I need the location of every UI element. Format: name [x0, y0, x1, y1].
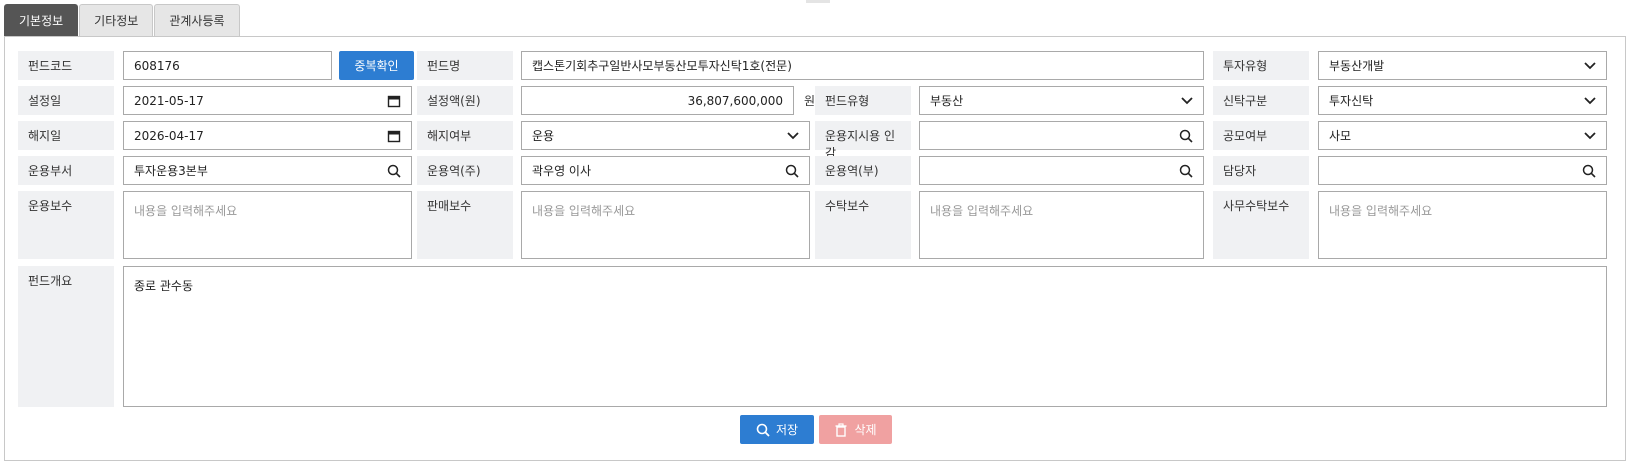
fund-type-label: 펀드유형 — [815, 86, 911, 115]
setup-date-label: 설정일 — [18, 86, 114, 115]
fund-name-label: 펀드명 — [417, 51, 513, 80]
save-button[interactable]: 저장 — [740, 415, 814, 444]
tab-other-info[interactable]: 기타정보 — [79, 4, 154, 36]
delete-button[interactable]: 삭제 — [819, 415, 892, 444]
chevron-down-icon — [1584, 61, 1596, 69]
fund-code-input[interactable]: 608176 — [123, 51, 332, 80]
tab-basic-info[interactable]: 기본정보 — [4, 4, 79, 36]
search-icon[interactable] — [387, 164, 401, 178]
tab-bar: 기본정보 기타정보 관계사등록 — [4, 4, 241, 36]
manager-main-label: 운용역(주) — [417, 156, 513, 185]
end-status-select[interactable]: 운용 — [521, 121, 810, 150]
calendar-icon[interactable] — [387, 129, 401, 143]
trust-type-label: 신탁구분 — [1213, 86, 1309, 115]
admin-fee-label: 사무수탁보수 — [1213, 191, 1309, 259]
chevron-down-icon — [1584, 96, 1596, 104]
calendar-icon[interactable] — [387, 94, 401, 108]
dup-check-button[interactable]: 중복확인 — [339, 51, 414, 80]
end-date-input[interactable]: 2026-04-17 — [123, 121, 412, 150]
end-status-label: 해지여부 — [417, 121, 513, 150]
trash-icon — [835, 422, 847, 437]
sales-fee-textarea[interactable]: 내용을 입력해주세요 — [521, 191, 810, 259]
search-icon[interactable] — [1179, 129, 1193, 143]
dept-input[interactable]: 투자운용3본부 — [123, 156, 412, 185]
search-icon — [756, 423, 770, 437]
chevron-down-icon — [787, 131, 799, 139]
trust-fee-label: 수탁보수 — [815, 191, 911, 259]
fund-code-label: 펀드코드 — [18, 51, 114, 80]
won-unit: 원 — [804, 94, 816, 108]
mgmt-fee-label: 운용보수 — [18, 191, 114, 259]
manager-sub-label: 운용역(부) — [815, 156, 911, 185]
person-label: 담당자 — [1213, 156, 1309, 185]
delete-button-label: 삭제 — [854, 423, 877, 437]
search-icon[interactable] — [785, 164, 799, 178]
overview-label: 펀드개요 — [18, 266, 114, 407]
manager-main-input[interactable]: 곽우영 이사 — [521, 156, 810, 185]
tab-affiliate-register[interactable]: 관계사등록 — [154, 4, 240, 36]
admin-fee-textarea[interactable]: 내용을 입력해주세요 — [1318, 191, 1607, 259]
chevron-down-icon — [1181, 96, 1193, 104]
dept-label: 운용부서 — [18, 156, 114, 185]
top-scroll-marker — [806, 0, 830, 3]
overview-textarea[interactable]: 종로 관수동 — [123, 266, 1607, 407]
search-icon[interactable] — [1582, 164, 1596, 178]
sales-fee-label: 판매보수 — [417, 191, 513, 259]
trust-type-select[interactable]: 투자신탁 — [1318, 86, 1607, 115]
chevron-down-icon — [1584, 131, 1596, 139]
fund-type-select[interactable]: 부동산 — [919, 86, 1204, 115]
setup-amount-label: 설정액(원) — [417, 86, 513, 115]
mgmt-fee-textarea[interactable]: 내용을 입력해주세요 — [123, 191, 412, 259]
end-date-label: 해지일 — [18, 121, 114, 150]
save-button-label: 저장 — [775, 423, 799, 437]
setup-date-input[interactable]: 2021-05-17 — [123, 86, 412, 115]
invest-type-select[interactable]: 부동산개발 — [1318, 51, 1607, 80]
seal-label: 운용지시용 인감 — [815, 121, 911, 160]
invest-type-label: 투자유형 — [1213, 51, 1309, 80]
person-input[interactable] — [1318, 156, 1607, 185]
public-private-label: 공모여부 — [1213, 121, 1309, 150]
search-icon[interactable] — [1179, 164, 1193, 178]
public-private-select[interactable]: 사모 — [1318, 121, 1607, 150]
fund-name-input[interactable]: 캡스톤기회추구일반사모부동산모투자신탁1호(전문) — [521, 51, 1204, 80]
manager-sub-input[interactable] — [919, 156, 1204, 185]
setup-amount-input[interactable]: 36,807,600,000 — [521, 86, 794, 115]
trust-fee-textarea[interactable]: 내용을 입력해주세요 — [919, 191, 1204, 259]
seal-input[interactable] — [919, 121, 1204, 150]
